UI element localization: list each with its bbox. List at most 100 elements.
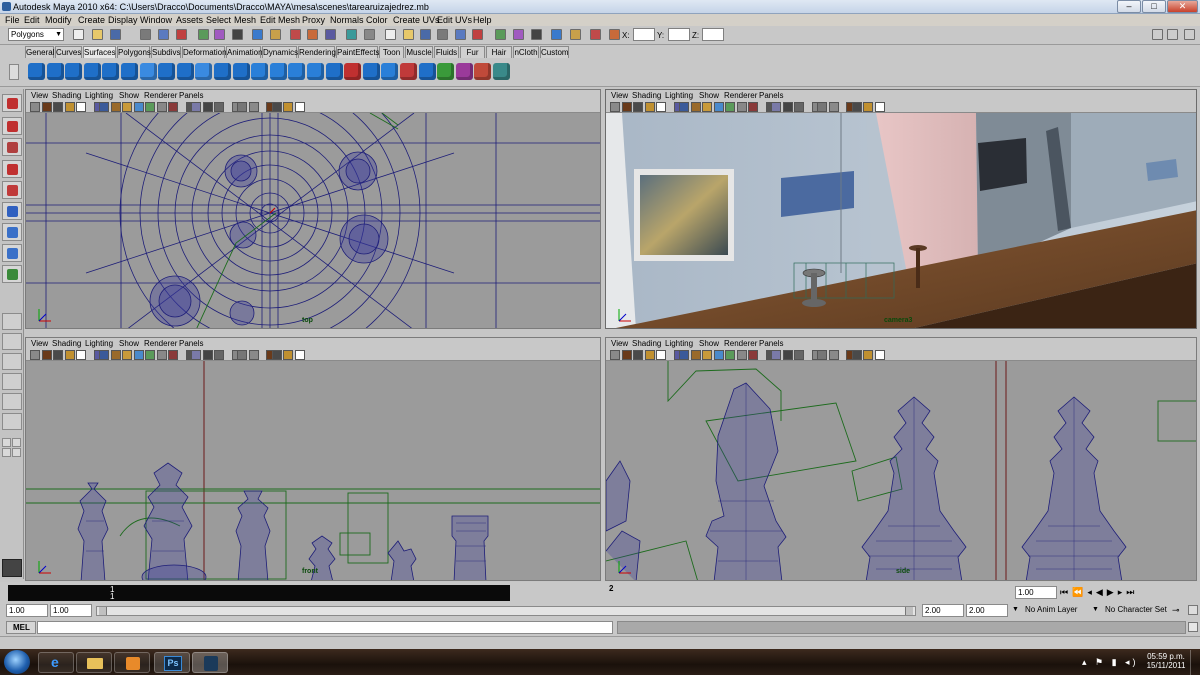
menu-assets[interactable]: Assets [176, 15, 203, 25]
nurbs-cone-icon[interactable] [83, 63, 101, 80]
shelf-tab-general[interactable]: General [25, 46, 54, 58]
panel-tool-icon[interactable] [41, 102, 52, 112]
panel-tool-icon[interactable] [271, 102, 282, 112]
panel-tool-icon[interactable] [294, 102, 305, 112]
panel-tool-icon[interactable] [656, 350, 666, 360]
coord-y-field[interactable] [668, 28, 690, 41]
panel-menu-renderer[interactable]: Renderer [144, 91, 177, 100]
panel-tool-icon[interactable] [713, 102, 724, 112]
panel-tool-icon[interactable] [633, 102, 643, 112]
panel-tool-icon[interactable] [644, 102, 655, 112]
ipr-render-icon[interactable] [307, 29, 318, 40]
go-to-start-icon[interactable]: ⏮ [1060, 587, 1072, 597]
play-forward-icon[interactable]: ▶ [1107, 587, 1118, 597]
shelf-tab-deformation[interactable]: Deformation [182, 46, 227, 58]
panel-tool-icon[interactable] [702, 350, 712, 360]
panel-tool-icon[interactable] [863, 350, 873, 360]
panel-tool-icon[interactable] [621, 102, 632, 112]
panel-tool-icon[interactable] [248, 350, 259, 360]
birail-icon[interactable] [214, 63, 231, 80]
panel-tool-icon[interactable] [145, 350, 155, 360]
panel-tool-icon[interactable] [736, 350, 747, 360]
layout-stacked-icon[interactable] [2, 373, 22, 390]
panel-tool-icon[interactable] [621, 350, 632, 360]
select-tool-icon[interactable] [2, 94, 22, 112]
project-curve-icon[interactable] [325, 63, 343, 80]
panel-tool-icon[interactable] [863, 102, 873, 112]
panel-menu-show[interactable]: Show [119, 91, 139, 100]
nurbs-cube-icon[interactable] [46, 63, 64, 80]
panel-tool-icon[interactable] [214, 350, 224, 360]
shelf-tab-hair[interactable]: Hair [486, 46, 512, 58]
panel-tool-icon[interactable] [99, 102, 109, 112]
snap-point-icon[interactable] [232, 29, 243, 40]
move-tool-icon[interactable] [2, 160, 22, 178]
panel-menu-renderer[interactable]: Renderer [724, 339, 757, 348]
revolve-icon[interactable] [139, 63, 157, 80]
intersect-icon[interactable] [307, 63, 324, 80]
snap-point-icon[interactable] [531, 29, 542, 40]
nurbs-plane-icon[interactable] [102, 63, 120, 80]
taskbar-media-player[interactable] [114, 652, 150, 673]
panel-tool-icon[interactable] [110, 350, 121, 360]
viewport-top-canvas[interactable]: top [26, 113, 600, 328]
panel-menu-panels[interactable]: Panels [179, 339, 203, 348]
save-scene-icon[interactable] [420, 29, 431, 40]
taskbar-explorer[interactable] [76, 652, 112, 673]
viewport-side[interactable]: View Shading Lighting Show Renderer Pane… [605, 337, 1197, 581]
panel-menu-panels[interactable]: Panels [179, 91, 203, 100]
layout-outliner-icon[interactable] [2, 393, 22, 410]
playback-end-field[interactable]: 2.00 [922, 604, 964, 617]
open-scene-icon[interactable] [92, 29, 103, 40]
shelf-tab-dynamics[interactable]: Dynamics [262, 46, 298, 58]
panel-tool-icon[interactable] [168, 102, 178, 112]
panel-menu-show[interactable]: Show [699, 339, 719, 348]
panel-tool-icon[interactable] [133, 350, 144, 360]
panel-tool-icon[interactable] [110, 102, 121, 112]
title-bar[interactable]: Autodesk Maya 2010 x64: C:\Users\Dracco\… [0, 0, 1200, 14]
select-by-component-icon[interactable] [176, 29, 187, 40]
menu-file[interactable]: File [5, 15, 20, 25]
playback-start-field[interactable]: 1.00 [50, 604, 92, 617]
animation-preferences-icon[interactable] [1188, 605, 1198, 615]
panel-tool-icon[interactable] [679, 102, 689, 112]
panel-tool-icon[interactable] [817, 350, 827, 360]
panel-tool-icon[interactable] [610, 350, 620, 360]
layout-arrow-left-icon[interactable] [12, 438, 21, 447]
panel-tool-icon[interactable] [237, 102, 247, 112]
script-editor-icon[interactable] [1188, 622, 1198, 632]
go-to-end-icon[interactable]: ⏭ [1126, 587, 1138, 597]
panel-menu-shading[interactable]: Shading [52, 339, 81, 348]
panel-tool-icon[interactable] [156, 350, 167, 360]
panel-menu-lighting[interactable]: Lighting [665, 339, 693, 348]
attach-icon[interactable] [381, 63, 399, 80]
open-scene-icon[interactable] [403, 29, 414, 40]
nurbs-torus-icon[interactable] [121, 63, 138, 80]
panel-tool-icon[interactable] [851, 350, 862, 360]
step-back-frame-icon[interactable]: ◂ [1087, 587, 1096, 597]
panel-tool-icon[interactable] [828, 350, 839, 360]
panel-tool-icon[interactable] [271, 350, 282, 360]
paint-select-icon[interactable] [2, 138, 22, 156]
menu-edit-uvs[interactable]: Edit UVs [437, 15, 472, 25]
menu-modify[interactable]: Modify [45, 15, 72, 25]
system-tray-icons[interactable]: ▴ ⚑ ▮ ◂) [1082, 657, 1139, 668]
viewport-side-canvas[interactable]: side [606, 361, 1196, 580]
key-icon[interactable]: ⊸ [1172, 605, 1180, 616]
panel-menu-view[interactable]: View [611, 339, 628, 348]
extrude-icon[interactable] [195, 63, 213, 80]
menu-help[interactable]: Help [473, 15, 492, 25]
panel-tool-icon[interactable] [644, 350, 655, 360]
panel-tool-icon[interactable] [828, 102, 839, 112]
planar-icon[interactable] [176, 63, 194, 80]
panel-tool-icon[interactable] [99, 350, 109, 360]
square-icon[interactable] [251, 63, 269, 80]
panel-menu-shading[interactable]: Shading [632, 339, 661, 348]
show-manipulator-icon[interactable] [2, 265, 22, 283]
coord-z-field[interactable] [702, 28, 724, 41]
panel-tool-icon[interactable] [30, 102, 40, 112]
lasso-tool-icon[interactable] [2, 117, 22, 135]
start-time-field[interactable]: 1.00 [6, 604, 48, 617]
select-by-hierarchy-icon[interactable] [140, 29, 151, 40]
new-scene-icon[interactable] [385, 29, 396, 40]
